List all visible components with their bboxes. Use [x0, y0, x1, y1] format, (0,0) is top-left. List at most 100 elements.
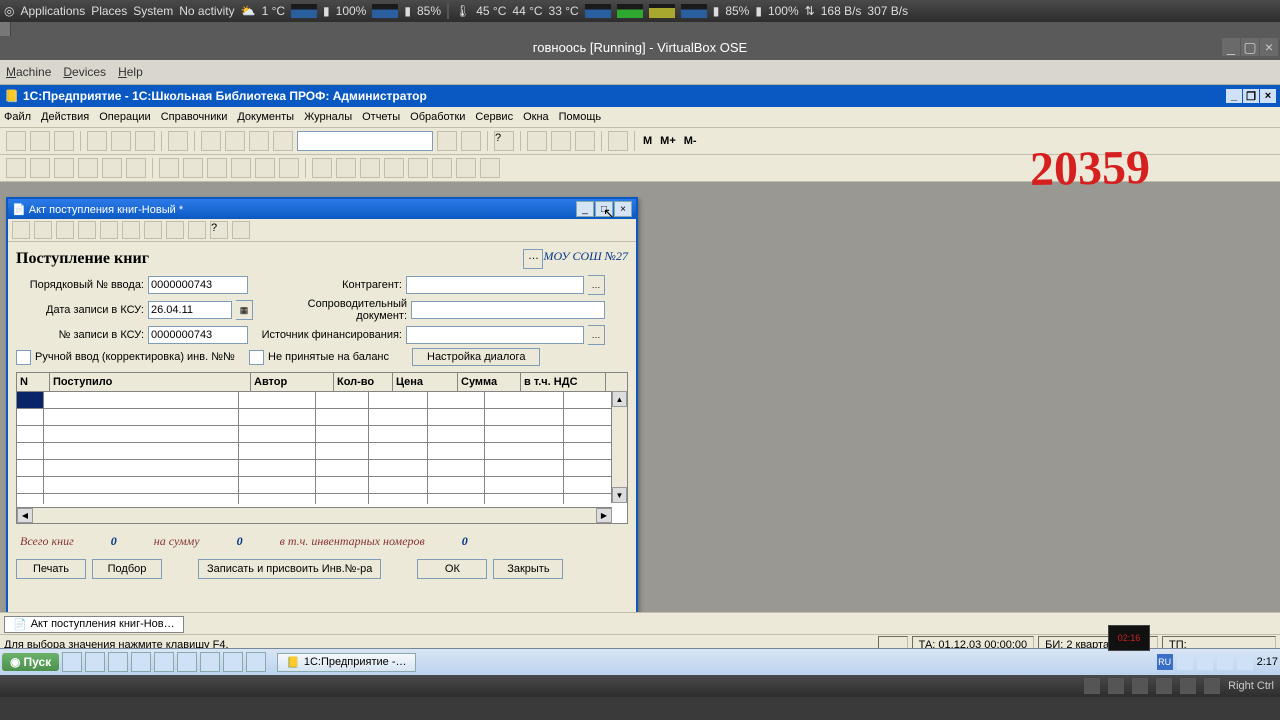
tb2-12[interactable]: [279, 158, 299, 178]
col-price[interactable]: Цена: [393, 373, 458, 391]
tb2-16[interactable]: [384, 158, 404, 178]
mdi-tab-akt[interactable]: 📄 Акт поступления книг-Нов…: [4, 616, 184, 633]
input-doc[interactable]: [411, 301, 605, 319]
mdi-maximize-button[interactable]: □: [595, 201, 613, 217]
vb-usb-icon[interactable]: [1156, 678, 1172, 694]
tb-new-icon[interactable]: [6, 131, 26, 151]
onec-menu-service[interactable]: Сервис: [475, 111, 513, 123]
ql-opera-icon[interactable]: [223, 652, 243, 672]
tb2-15[interactable]: [360, 158, 380, 178]
mdi-tb-7[interactable]: [144, 221, 162, 239]
tb-calendar-icon[interactable]: [551, 131, 571, 151]
ql-user-icon[interactable]: [246, 652, 266, 672]
ql-ie-icon[interactable]: [62, 652, 82, 672]
table-row[interactable]: [17, 477, 627, 494]
table-row[interactable]: [17, 392, 627, 409]
tb-save-icon[interactable]: [54, 131, 74, 151]
mdi-tb-5[interactable]: [100, 221, 118, 239]
tb-findnext-icon[interactable]: [437, 131, 457, 151]
mdi-tb-pointer[interactable]: [232, 221, 250, 239]
vb-shared-icon[interactable]: [1180, 678, 1196, 694]
col-n[interactable]: N: [17, 373, 50, 391]
table-row[interactable]: [17, 443, 627, 460]
kontragent-select-button[interactable]: …: [588, 275, 605, 295]
taskbar-task-1c[interactable]: 📒 1С:Предприятие -…: [277, 653, 415, 672]
vb-mouse-icon[interactable]: [1204, 678, 1220, 694]
tb2-18[interactable]: [432, 158, 452, 178]
onec-menu-windows[interactable]: Окна: [523, 111, 549, 123]
tb2-11[interactable]: [255, 158, 275, 178]
onec-menu-processing[interactable]: Обработки: [410, 111, 465, 123]
tb2-13[interactable]: [312, 158, 332, 178]
vb-hd-icon[interactable]: [1084, 678, 1100, 694]
col-nds[interactable]: в т.ч. НДС: [521, 373, 606, 391]
tb2-19[interactable]: [456, 158, 476, 178]
table-row[interactable]: [17, 494, 627, 504]
col-author[interactable]: Автор: [251, 373, 334, 391]
tb-refresh-icon[interactable]: [249, 131, 269, 151]
tb2-4[interactable]: [78, 158, 98, 178]
onec-menu-journals[interactable]: Журналы: [304, 111, 352, 123]
input-poryad[interactable]: [148, 276, 248, 294]
start-button[interactable]: ◉ Пуск: [2, 653, 59, 671]
vb-net-icon[interactable]: [1132, 678, 1148, 694]
onec-menu-docs[interactable]: Документы: [237, 111, 294, 123]
ql-shield-icon[interactable]: [200, 652, 220, 672]
tb-help-icon[interactable]: ?: [494, 131, 514, 151]
mdi-close-button[interactable]: ×: [614, 201, 632, 217]
onec-menu-operations[interactable]: Операции: [99, 111, 150, 123]
col-sum[interactable]: Сумма: [458, 373, 521, 391]
mdi-tb-6[interactable]: [122, 221, 140, 239]
ql-save-icon[interactable]: [108, 652, 128, 672]
items-table[interactable]: N Поступило Автор Кол-во Цена Сумма в т.…: [16, 372, 628, 524]
mdi-tb-2[interactable]: [34, 221, 52, 239]
tray-clock[interactable]: 2:17: [1257, 656, 1278, 668]
tb-graph-icon[interactable]: [575, 131, 595, 151]
input-nksm[interactable]: [148, 326, 248, 344]
checkbox-manual[interactable]: [16, 350, 31, 365]
tray-lang[interactable]: RU: [1157, 654, 1173, 670]
onec-close-button[interactable]: ×: [1260, 89, 1276, 103]
tb-cut-icon[interactable]: [87, 131, 107, 151]
vb-close-button[interactable]: ×: [1260, 38, 1278, 56]
tb-print-icon[interactable]: [168, 131, 188, 151]
table-vscroll[interactable]: ▲▼: [611, 391, 627, 503]
close-button[interactable]: Закрыть: [493, 559, 563, 579]
ql-explorer-icon[interactable]: [85, 652, 105, 672]
vb-menu-help[interactable]: Help: [118, 65, 143, 79]
menu-applications[interactable]: Applications: [20, 4, 85, 18]
table-row[interactable]: [17, 426, 627, 443]
vb-maximize-button[interactable]: ▢: [1241, 38, 1259, 56]
tray-icon-1[interactable]: [1177, 654, 1193, 670]
tb-undo-icon[interactable]: [201, 131, 221, 151]
ql-refresh-icon[interactable]: [154, 652, 174, 672]
tray-icon-3[interactable]: [1217, 654, 1233, 670]
tb2-2[interactable]: [30, 158, 50, 178]
tb-redo-icon[interactable]: [225, 131, 245, 151]
tb-calc-icon[interactable]: [527, 131, 547, 151]
tb2-17[interactable]: [408, 158, 428, 178]
tb2-9[interactable]: [207, 158, 227, 178]
mdi-tb-3[interactable]: [56, 221, 74, 239]
tb2-7[interactable]: [159, 158, 179, 178]
mdi-tb-4[interactable]: [78, 221, 96, 239]
save-assign-button[interactable]: Записать и присвоить Инв.№-ра: [198, 559, 381, 579]
tb2-5[interactable]: [102, 158, 122, 178]
menu-places[interactable]: Places: [91, 4, 127, 18]
onec-menu-file[interactable]: Файл: [4, 111, 31, 123]
tb2-1[interactable]: [6, 158, 26, 178]
onec-menu-help[interactable]: Помощь: [559, 111, 602, 123]
vb-menu-machine[interactable]: Machine: [6, 65, 51, 79]
mdi-tb-help[interactable]: ?: [210, 221, 228, 239]
input-date[interactable]: [148, 301, 232, 319]
ql-firefox-icon[interactable]: [131, 652, 151, 672]
tb-open-icon[interactable]: [30, 131, 50, 151]
dialog-settings-button[interactable]: Настройка диалога: [412, 348, 540, 366]
table-row[interactable]: [17, 409, 627, 426]
tb2-6[interactable]: [126, 158, 146, 178]
tb-mminus-button[interactable]: M-: [682, 135, 699, 147]
mdi-tb-9[interactable]: [188, 221, 206, 239]
tb-m-button[interactable]: M: [641, 135, 654, 147]
onec-menu-actions[interactable]: Действия: [41, 111, 89, 123]
onec-minimize-button[interactable]: _: [1226, 89, 1242, 103]
